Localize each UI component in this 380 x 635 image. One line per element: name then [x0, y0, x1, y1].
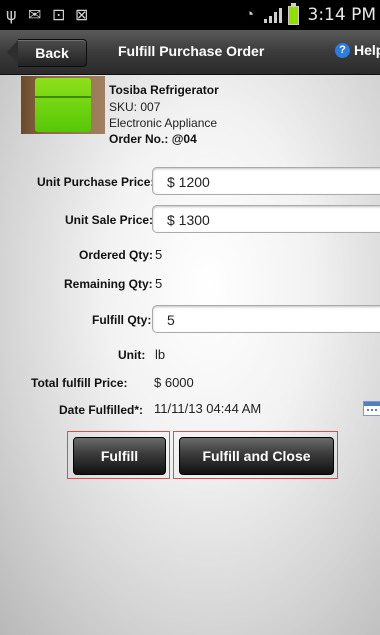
battery-icon	[288, 6, 299, 25]
page-title: Fulfill Purchase Order	[118, 43, 265, 59]
unit-value: lb	[155, 347, 166, 362]
date-fulfilled-label: Date Fulfilled*:	[59, 403, 144, 417]
product-name: Tosiba Refrigerator	[109, 83, 219, 97]
unit-purchase-price-input[interactable]: $ 1200	[152, 167, 380, 195]
help-icon: ?	[335, 42, 350, 58]
order-number: Order No.: @04	[109, 132, 197, 146]
help-label: Help	[354, 42, 380, 58]
bag-check-icon: ⊠	[75, 5, 89, 24]
unit-label: Unit:	[118, 348, 146, 362]
unit-sale-price-label: Unit Sale Price:	[65, 213, 154, 227]
signal-icon	[264, 8, 284, 23]
product-sku: SKU: 007	[109, 100, 161, 114]
status-bar: ψ ✉ ⊡ ⊠ ◔ 3:14 PM	[0, 0, 380, 30]
clock-time: 3:14 PM	[307, 5, 377, 25]
calendar-icon[interactable]	[363, 401, 380, 416]
back-button[interactable]: Back	[18, 39, 87, 67]
wifi-icon: ◔	[245, 6, 255, 23]
fulfill-qty-label: Fulfill Qty:	[92, 313, 152, 327]
product-image	[21, 76, 105, 134]
date-fulfilled-value[interactable]: 11/11/13 04:44 AM	[154, 401, 261, 416]
total-fulfill-price-label: Total fulfill Price:	[31, 376, 128, 390]
ordered-qty-value: 5	[155, 247, 163, 262]
help-button[interactable]: ? Help	[335, 42, 380, 58]
unit-sale-price-input[interactable]: $ 1300	[152, 205, 380, 233]
total-fulfill-price-value: $ 6000	[154, 375, 194, 390]
order-number-value: @04	[171, 132, 197, 146]
mail-icon: ✉	[28, 5, 42, 24]
fulfill-button[interactable]: Fulfill	[73, 437, 166, 475]
title-bar: Back Fulfill Purchase Order ? Help	[0, 30, 380, 75]
fridge-door-line	[35, 96, 91, 98]
unit-purchase-price-label: Unit Purchase Price:	[37, 175, 155, 189]
remaining-qty-label: Remaining Qty:	[64, 277, 153, 291]
app-screen: ψ ✉ ⊡ ⊠ ◔ 3:14 PM Back Fulfill Purchase …	[0, 0, 380, 635]
fulfill-qty-input[interactable]: 5	[152, 305, 380, 333]
ordered-qty-label: Ordered Qty:	[79, 248, 154, 262]
order-number-label: Order No.:	[109, 132, 169, 146]
remaining-qty-value: 5	[155, 276, 163, 291]
bag-icon: ⊡	[52, 5, 66, 24]
product-category: Electronic Appliance	[109, 116, 218, 130]
fulfill-and-close-button[interactable]: Fulfill and Close	[179, 437, 334, 475]
usb-icon: ψ	[6, 5, 17, 24]
refrigerator-image	[35, 78, 91, 132]
